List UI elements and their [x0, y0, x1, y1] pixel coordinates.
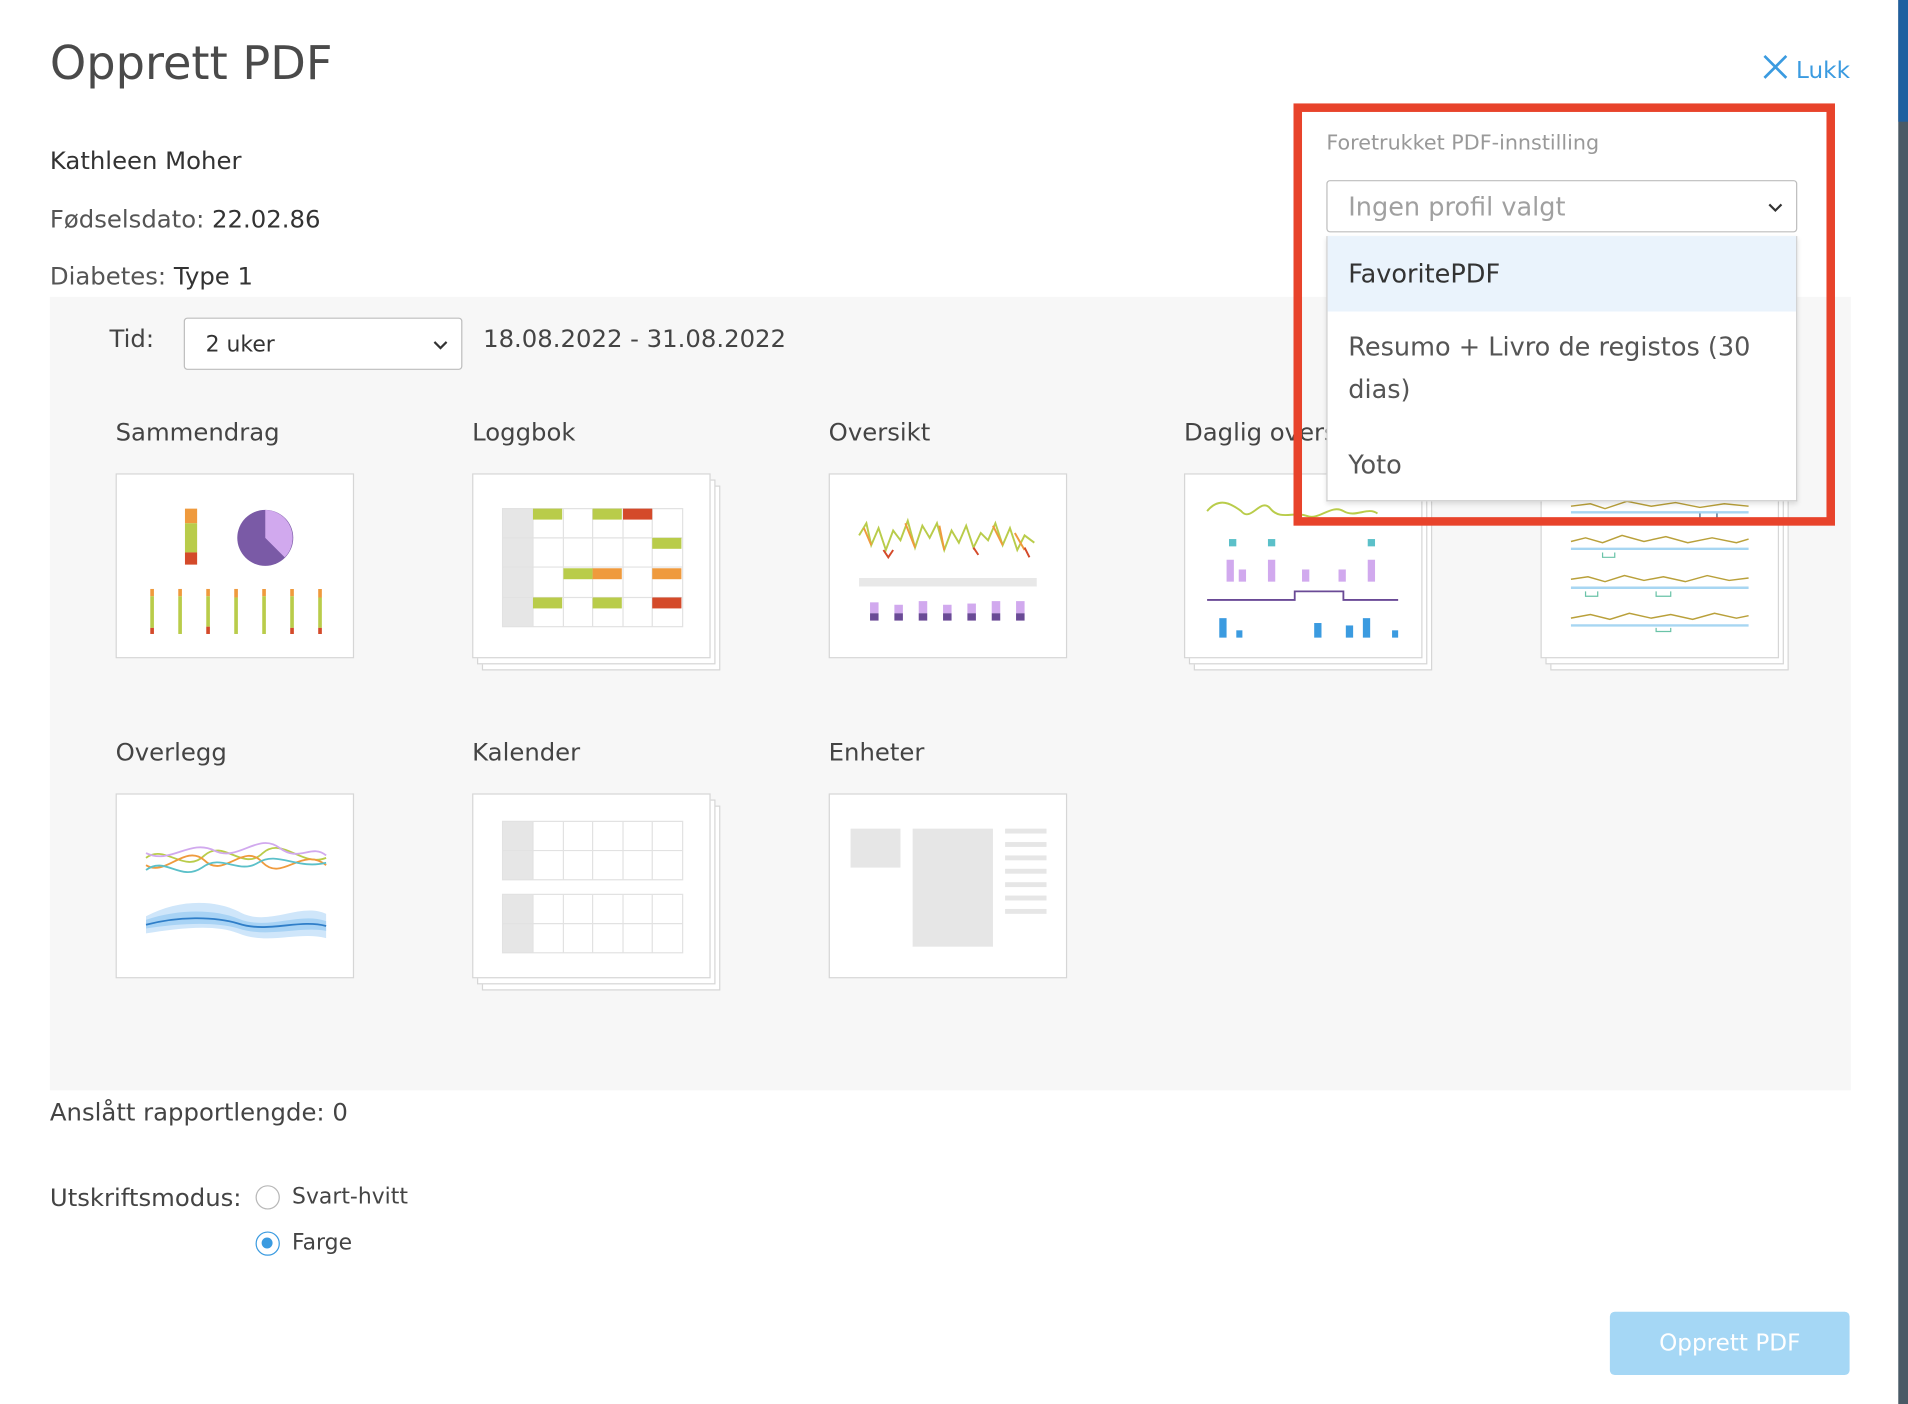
radio-label: Farge	[292, 1230, 353, 1256]
report-thumb-sammendrag[interactable]	[115, 473, 355, 659]
date-range: 18.08.2022 - 31.08.2022	[483, 323, 787, 353]
radio-label: Svart-hvitt	[292, 1183, 408, 1210]
report-label-enheter: Enheter	[828, 737, 925, 767]
birth-date: Fødselsdato: 22.02.86	[49, 204, 321, 234]
report-thumb-kalender[interactable]	[472, 793, 721, 991]
report-label-sammendrag: Sammendrag	[115, 417, 280, 447]
radio-color[interactable]: Farge	[255, 1230, 353, 1256]
time-select-value: 2 uker	[205, 332, 275, 358]
diabetes-type: Diabetes: Type 1	[49, 261, 254, 291]
report-label-overlegg: Overlegg	[115, 737, 227, 767]
radio-button-selected[interactable]	[255, 1230, 280, 1256]
print-mode-label: Utskriftsmodus:	[49, 1182, 242, 1212]
report-label-loggbok: Loggbok	[472, 417, 576, 447]
radio-black-white[interactable]: Svart-hvitt	[255, 1183, 408, 1210]
chevron-down-icon	[433, 341, 448, 350]
patient-name: Kathleen Moher	[49, 146, 242, 176]
radio-button[interactable]	[255, 1184, 280, 1209]
report-label-oversikt: Oversikt	[828, 417, 931, 447]
close-button[interactable]: Lukk	[1762, 54, 1850, 87]
report-length-estimate: Anslått rapportlengde: 0	[49, 1097, 348, 1127]
report-thumb-oversikt[interactable]	[828, 473, 1068, 659]
report-thumb-enheter[interactable]	[828, 793, 1068, 979]
dialog-title: Opprett PDF	[49, 36, 333, 91]
report-thumb-loggbok[interactable]	[472, 473, 721, 671]
window-edge	[1898, 0, 1908, 1404]
time-label: Tid:	[109, 323, 155, 353]
highlight-annotation	[1293, 103, 1835, 526]
close-label: Lukk	[1796, 56, 1850, 84]
pdf-dialog: Opprett PDF Lukk Kathleen Moher Fødselsd…	[0, 0, 1908, 1404]
report-thumb-overlegg[interactable]	[115, 793, 355, 979]
create-pdf-button[interactable]: Opprett PDF	[1609, 1311, 1850, 1376]
time-select[interactable]: 2 uker	[183, 317, 463, 370]
close-icon	[1762, 54, 1789, 87]
report-label-kalender: Kalender	[472, 737, 581, 767]
